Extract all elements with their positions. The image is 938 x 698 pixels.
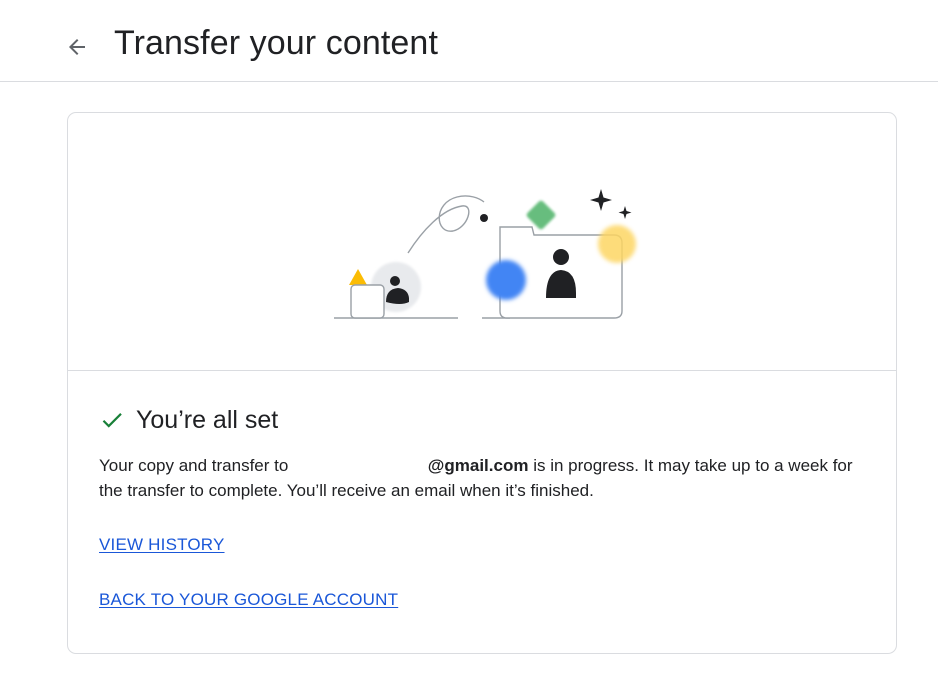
view-history-link[interactable]: VIEW HISTORY bbox=[99, 535, 225, 555]
back-button[interactable] bbox=[60, 30, 94, 64]
success-row: You’re all set bbox=[99, 403, 278, 437]
transfer-illustration bbox=[334, 189, 636, 319]
page-header: Transfer your content bbox=[0, 0, 938, 82]
message-prefix: Your copy and transfer to bbox=[99, 456, 289, 475]
back-to-account-link[interactable]: BACK TO YOUR GOOGLE ACCOUNT bbox=[99, 590, 398, 610]
check-icon bbox=[99, 406, 127, 434]
success-title: You’re all set bbox=[136, 405, 279, 434]
illustration-area bbox=[68, 113, 896, 371]
status-card: You’re all set Your copy and transfer to… bbox=[67, 112, 897, 654]
yellow-triangle-shape bbox=[349, 269, 367, 285]
green-diamond-shape bbox=[526, 200, 556, 230]
transfer-message: Your copy and transfer to @gmail.com is … bbox=[99, 453, 879, 503]
page-title: Transfer your content bbox=[114, 24, 438, 62]
email-domain: @gmail.com bbox=[427, 456, 529, 475]
arrow-left-icon bbox=[69, 39, 85, 55]
